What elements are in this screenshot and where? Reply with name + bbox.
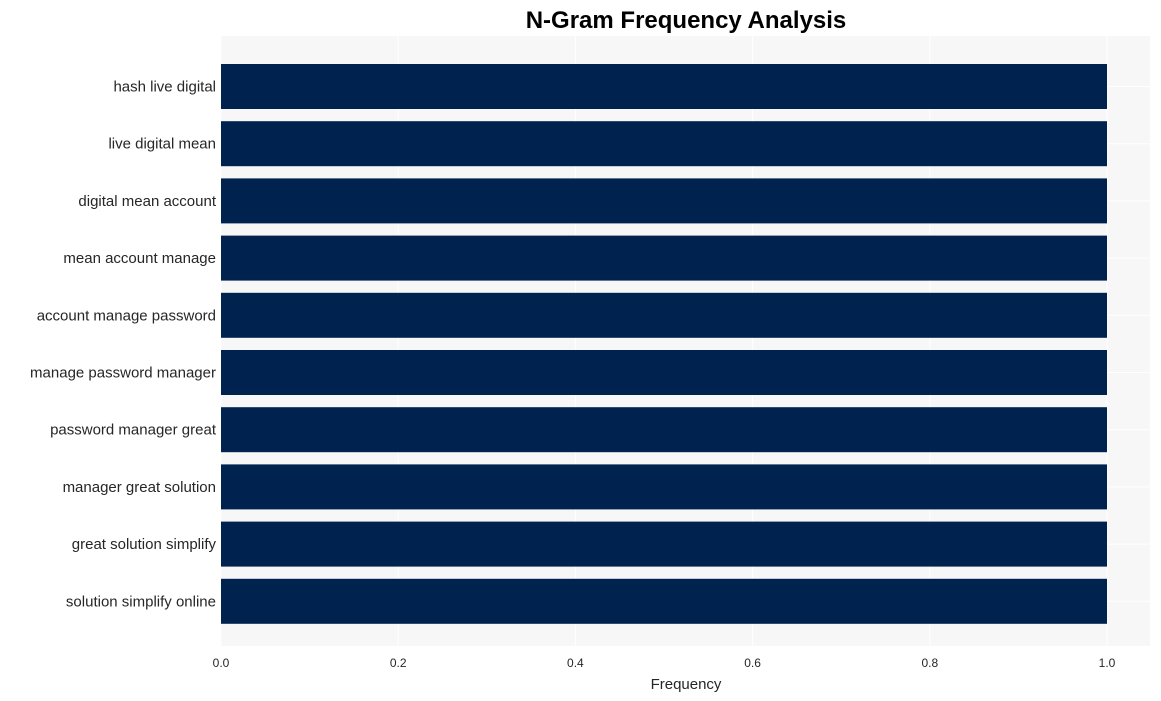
x-tick-label: 0.6	[744, 656, 761, 670]
bar	[221, 292, 1107, 338]
x-tick-label: 0.4	[567, 656, 584, 670]
bar	[221, 178, 1107, 224]
y-tick-label: manage password manager	[30, 365, 216, 382]
bar	[221, 64, 1107, 109]
x-tick-label: 1.0	[1099, 656, 1116, 670]
y-tick-label: account manage password	[37, 307, 216, 324]
bar	[221, 464, 1107, 510]
bar	[221, 350, 1107, 395]
y-tick-label: mean account manage	[63, 250, 216, 267]
y-tick-label: great solution simplify	[72, 536, 217, 553]
y-tick-label: live digital mean	[108, 136, 216, 153]
bar-chart: N-Gram Frequency Analysis hash live digi…	[30, 7, 1150, 693]
x-tick-label: 0.0	[213, 656, 230, 670]
chart-title: N-Gram Frequency Analysis	[526, 7, 847, 34]
x-tick-label: 0.8	[921, 656, 938, 670]
y-tick-label: password manager great	[50, 422, 217, 439]
y-tick-label: hash live digital	[113, 79, 216, 96]
y-tick-label: digital mean account	[78, 193, 216, 210]
bar	[221, 521, 1107, 567]
x-tick-label: 0.2	[390, 656, 407, 670]
y-tick-label: solution simplify online	[66, 593, 216, 610]
bar	[221, 407, 1107, 453]
bar	[221, 121, 1107, 167]
x-axis-label: Frequency	[651, 676, 722, 693]
y-tick-label: manager great solution	[63, 479, 216, 496]
y-tick-labels: hash live digital live digital mean digita…	[30, 79, 217, 611]
bar	[221, 578, 1107, 624]
bar	[221, 235, 1107, 281]
x-tick-labels: 0.0 0.2 0.4 0.6 0.8 1.0	[213, 656, 1116, 670]
